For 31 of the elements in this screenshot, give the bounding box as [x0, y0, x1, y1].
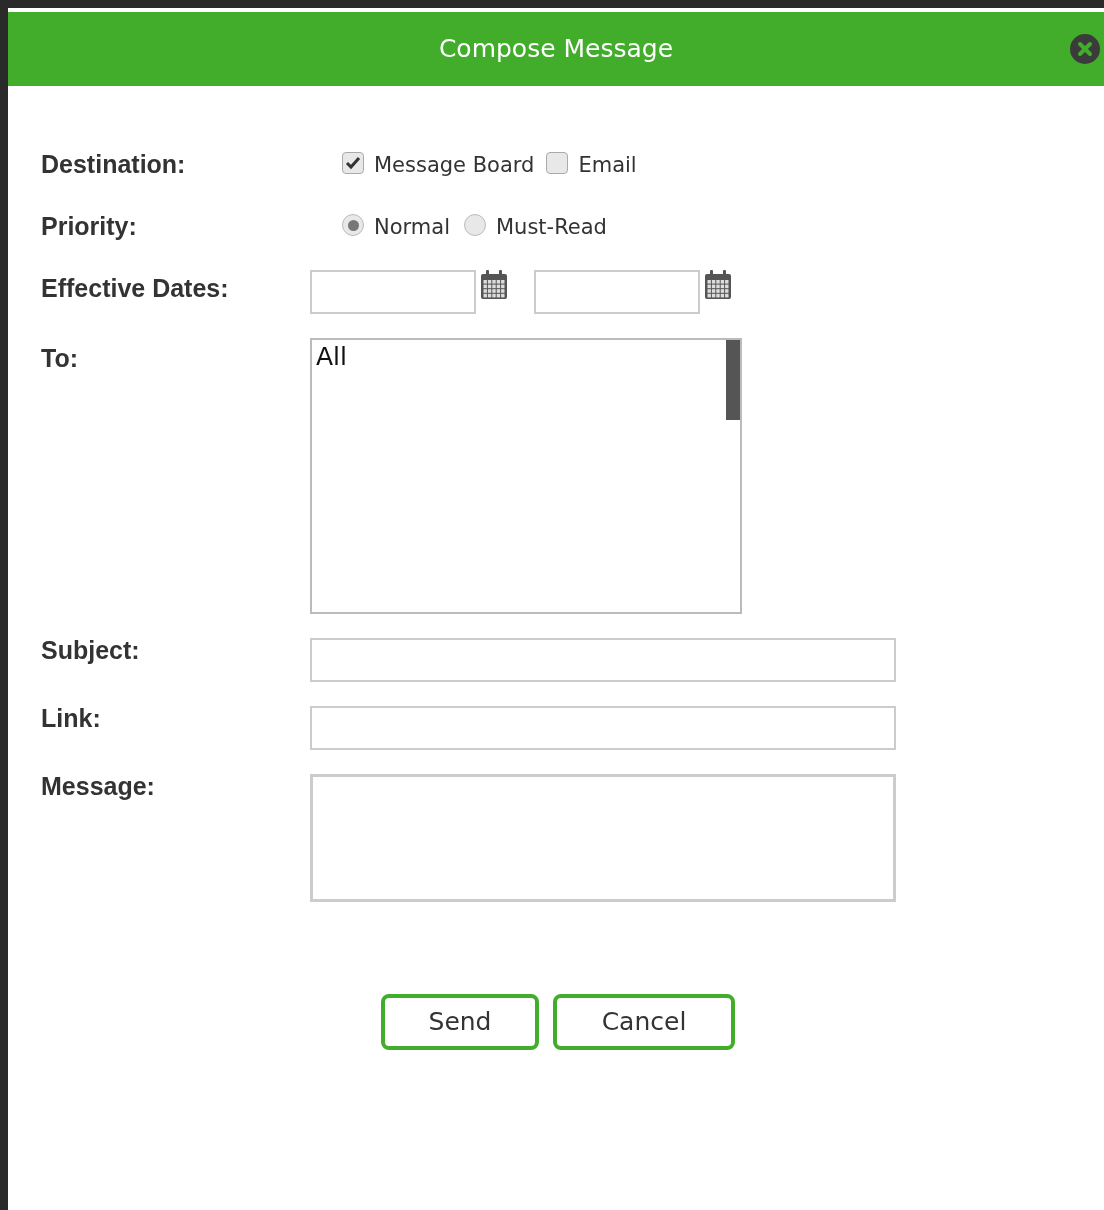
field-label: Effective Dates:: [41, 274, 229, 302]
dialog-title: Compose Message: [438, 33, 674, 66]
field-label: Destination:: [41, 150, 186, 178]
subject-field[interactable]: [310, 638, 896, 682]
link-field[interactable]: [310, 706, 896, 750]
field-label: Priority:: [41, 212, 137, 240]
radio-button[interactable]: [342, 214, 364, 236]
check-icon: [345, 156, 361, 170]
radio-label: Normal: [374, 214, 450, 242]
field-label: Subject:: [41, 636, 140, 664]
checkbox-label: Message Board: [374, 152, 535, 180]
scrollbar-thumb[interactable]: [726, 340, 740, 420]
radio-label: Must-Read: [496, 214, 607, 242]
send-button[interactable]: Send: [381, 994, 539, 1050]
field-label: Message:: [41, 772, 155, 800]
message-field[interactable]: [310, 774, 896, 902]
close-icon: [1077, 41, 1093, 57]
radio-button[interactable]: [464, 214, 486, 236]
checkbox[interactable]: [546, 152, 569, 174]
calendar-icon[interactable]: [480, 270, 508, 300]
checkbox[interactable]: [342, 152, 364, 174]
recipient-option[interactable]: All: [312, 340, 347, 374]
field-label: Link:: [41, 704, 101, 732]
end-date-field[interactable]: [534, 270, 700, 314]
close-button[interactable]: [1070, 34, 1100, 64]
cancel-button[interactable]: Cancel: [553, 994, 735, 1050]
calendar-icon[interactable]: [704, 270, 732, 300]
start-date-field[interactable]: [310, 270, 476, 314]
field-label: To:: [41, 344, 78, 372]
recipient-list[interactable]: All: [310, 338, 742, 614]
checkbox-label: Email: [578, 152, 637, 180]
